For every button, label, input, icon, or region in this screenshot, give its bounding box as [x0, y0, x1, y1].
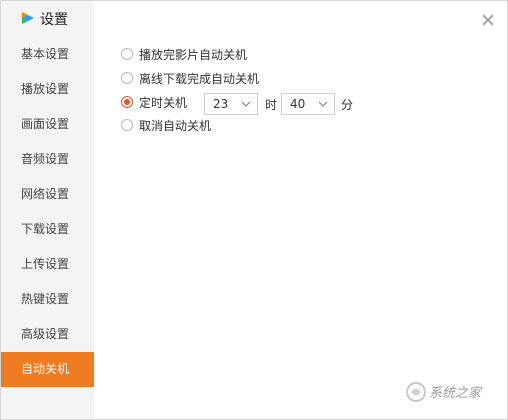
sidebar-item-7[interactable]: 上传设置	[1, 247, 94, 282]
option-cancel[interactable]: 取消自动关机	[121, 116, 211, 134]
chevron-down-icon	[241, 101, 251, 107]
radio-scheduled[interactable]	[121, 96, 133, 108]
option-after-playback[interactable]: 播放完影片自动关机	[121, 45, 247, 63]
close-icon[interactable]	[479, 11, 497, 29]
watermark-logo-icon	[406, 382, 426, 402]
hour-unit: 时	[265, 98, 278, 112]
sidebar-item-5[interactable]: 网络设置	[1, 177, 94, 212]
sidebar: 设置 基本设置 播放设置 画面设置 音频设置 网络设置 下载设置 上传设置 热键设置 高级设置自…	[1, 1, 94, 419]
sidebar-item-2[interactable]: 播放设置	[1, 72, 94, 107]
minute-value: 40	[290, 97, 306, 111]
sidebar-item-3[interactable]: 画面设置	[1, 107, 94, 142]
hour-select[interactable]: 23	[204, 93, 258, 115]
sidebar-item-4[interactable]: 音频设置	[1, 142, 94, 177]
app-title: 设置	[40, 12, 68, 28]
watermark-text: 系统之家	[429, 386, 482, 401]
chevron-down-icon	[318, 101, 328, 107]
settings-window: 设置 基本设置 播放设置 画面设置 音频设置 网络设置 下载设置 上传设置 热键设置 高级设置自…	[0, 0, 508, 420]
minute-unit: 分	[341, 98, 354, 112]
radio-cancel[interactable]	[121, 119, 133, 131]
sidebar-item-9[interactable]: 高级设置	[1, 317, 94, 352]
option-label: 取消自动关机	[139, 118, 212, 133]
sidebar-item-6[interactable]: 下载设置	[1, 212, 94, 247]
option-label: 离线下载完成自动关机	[139, 71, 260, 86]
sidebar-item-10[interactable]: 自动关机	[1, 352, 94, 387]
minute-select[interactable]: 40	[281, 93, 335, 115]
option-label: 播放完影片自动关机	[139, 47, 248, 62]
sidebar-item-1[interactable]: 基本设置	[1, 37, 94, 72]
video-app-logo-icon	[22, 12, 34, 24]
sidebar-item-8[interactable]: 热键设置	[1, 282, 94, 317]
option-scheduled[interactable]: 定时关机	[121, 93, 187, 111]
title-bar: 设置	[1, 1, 94, 35]
radio-after-playback[interactable]	[121, 48, 133, 60]
option-after-download[interactable]: 离线下载完成自动关机	[121, 69, 259, 87]
radio-after-download[interactable]	[121, 72, 133, 84]
hour-value: 23	[213, 97, 229, 111]
sidebar-nav: 基本设置 播放设置 画面设置 音频设置 网络设置 下载设置 上传设置 热键设置 高级设置 自动关机	[1, 37, 94, 387]
option-label: 定时关机	[139, 95, 188, 110]
